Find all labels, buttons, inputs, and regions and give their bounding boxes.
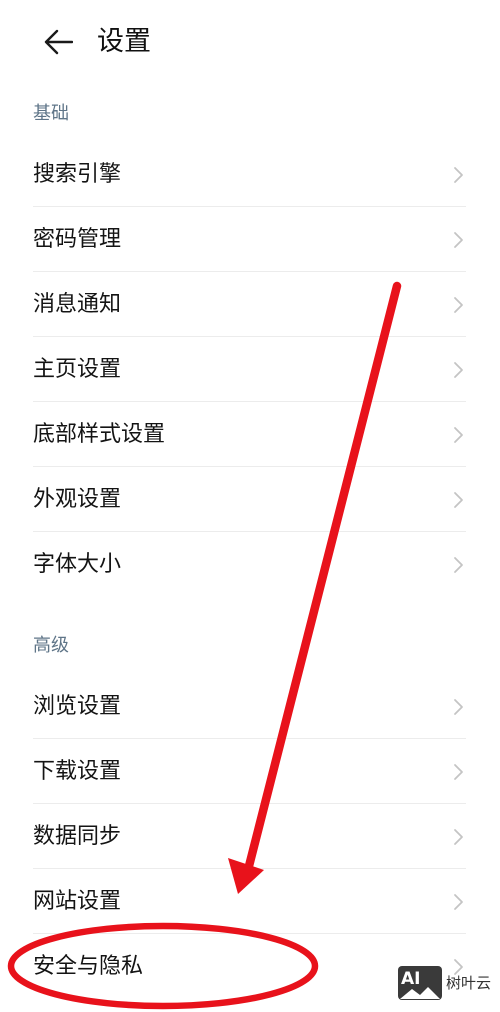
chevron-right-icon (454, 362, 463, 378)
settings-item-label: 安全与隐私 (33, 954, 144, 979)
settings-item-label: 下载设置 (33, 759, 122, 784)
settings-item-browsing[interactable]: 浏览设置 (0, 674, 500, 739)
chevron-right-icon (454, 764, 463, 780)
settings-item-bottom-style[interactable]: 底部样式设置 (0, 402, 500, 467)
back-button[interactable] (36, 24, 80, 60)
chevron-right-icon (454, 557, 463, 573)
settings-item-label: 字体大小 (33, 552, 122, 577)
settings-item-search-engine[interactable]: 搜索引擎 (0, 142, 500, 207)
settings-item-label: 密码管理 (33, 227, 122, 252)
settings-item-label: 底部样式设置 (33, 422, 166, 447)
chevron-right-icon (454, 232, 463, 248)
chevron-right-icon (454, 699, 463, 715)
mountain-icon (400, 987, 440, 999)
settings-screen: 设置 基础 搜索引擎 密码管理 消息通知 主页设置 底部样式设置 外观设置 字体… (0, 0, 500, 1012)
settings-item-label: 浏览设置 (33, 694, 122, 719)
settings-item-notifications[interactable]: 消息通知 (0, 272, 500, 337)
settings-item-label: 网站设置 (33, 889, 122, 914)
watermark-text: 树叶云 (446, 974, 492, 992)
settings-item-label: 消息通知 (33, 292, 122, 317)
settings-item-homepage[interactable]: 主页设置 (0, 337, 500, 402)
chevron-right-icon (454, 894, 463, 910)
chevron-right-icon (454, 297, 463, 313)
chevron-right-icon (454, 167, 463, 183)
section-label-basic: 基础 (33, 103, 69, 124)
settings-item-downloads[interactable]: 下载设置 (0, 739, 500, 804)
watermark-logo: AI (398, 966, 442, 1000)
settings-item-label: 外观设置 (33, 487, 122, 512)
settings-item-label: 主页设置 (33, 357, 122, 382)
settings-item-password-manager[interactable]: 密码管理 (0, 207, 500, 272)
page-title: 设置 (97, 26, 151, 57)
section-label-advanced: 高级 (33, 635, 69, 656)
watermark: AI 树叶云 (398, 964, 498, 1004)
chevron-right-icon (454, 829, 463, 845)
settings-item-site-settings[interactable]: 网站设置 (0, 869, 500, 934)
chevron-right-icon (454, 492, 463, 508)
header-bar: 设置 (0, 0, 500, 86)
settings-item-label: 数据同步 (33, 824, 122, 849)
chevron-right-icon (454, 427, 463, 443)
arrow-left-icon (44, 29, 73, 55)
settings-item-label: 搜索引擎 (33, 162, 122, 187)
settings-item-font-size[interactable]: 字体大小 (0, 532, 500, 597)
settings-item-appearance[interactable]: 外观设置 (0, 467, 500, 532)
settings-item-data-sync[interactable]: 数据同步 (0, 804, 500, 869)
